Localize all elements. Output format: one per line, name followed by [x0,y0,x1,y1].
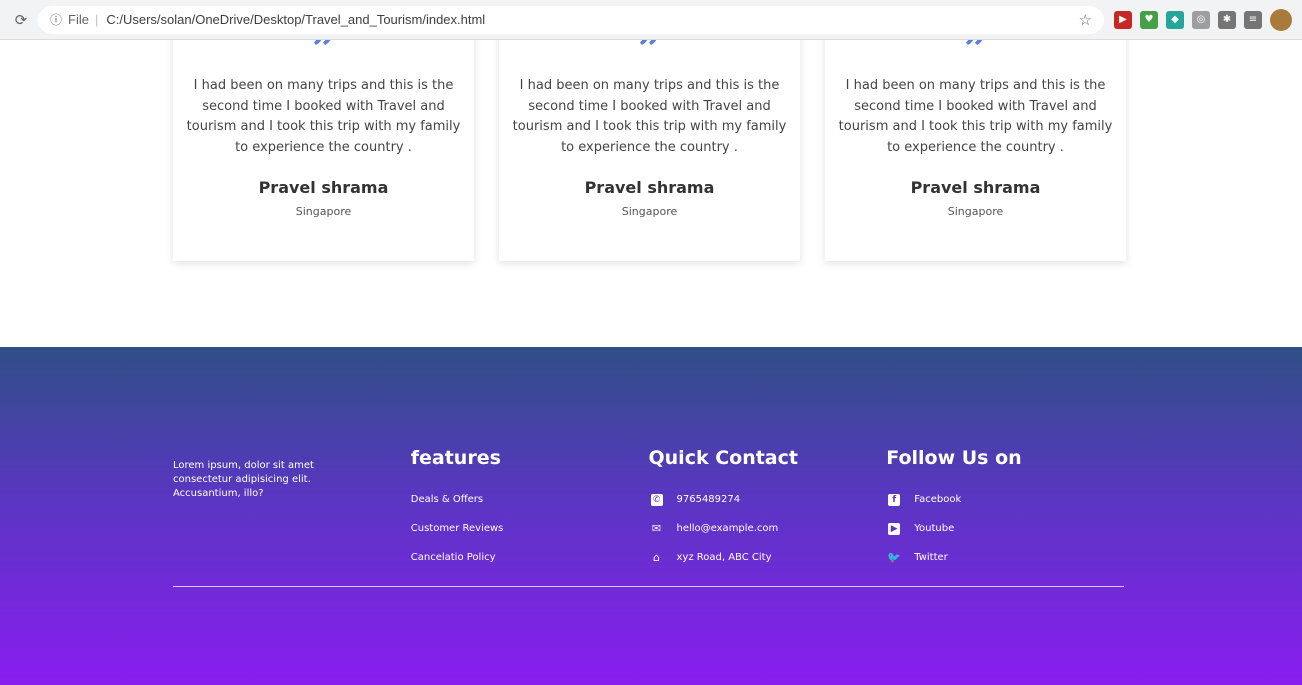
features-title: features [410,447,501,469]
contact-email[interactable]: ✉ hello@example.com [649,514,887,543]
testimonial-card: ” I had been on many trips and this is t… [499,40,800,261]
contact-title: Quick Contact [648,447,798,469]
footer-contact: Quick Contact ✆ 9765489274 ✉ hello@examp… [649,447,887,572]
bookmark-star-icon[interactable]: ☆ [1079,11,1092,29]
extension-teal-icon[interactable]: ◆ [1166,10,1184,29]
testimonial-name: Pravel shrama [910,178,1041,197]
footer-follow: Follow Us on f Facebook ▶ Youtube 🐦 Twit… [886,447,1124,572]
reload-icon[interactable]: ⟳ [10,9,32,31]
extension-camera-icon[interactable]: ◎ [1192,10,1210,29]
testimonial-text: I had been on many trips and this is the… [186,78,461,155]
youtube-icon: ▶ [886,522,902,535]
youtube-label: Youtube [914,523,955,534]
extension-red-icon[interactable]: ▶ [1114,10,1132,29]
testimonials-section: ” I had been on many trips and this is t… [0,40,1302,347]
contact-phone[interactable]: ✆ 9765489274 [649,485,887,514]
footer-about: Lorem ipsum, dolor sit amet consectetur … [173,447,411,572]
features-link-reviews[interactable]: Customer Reviews [411,514,649,543]
phone-text: 9765489274 [676,494,741,505]
testimonial-card: ” I had been on many trips and this is t… [173,40,474,261]
address-text: xyz Road, ABC City [676,552,772,563]
follow-facebook[interactable]: f Facebook [886,485,1124,514]
footer-features: features Deals & Offers Customer Reviews… [411,447,649,572]
follow-youtube[interactable]: ▶ Youtube [886,514,1124,543]
features-link-deals[interactable]: Deals & Offers [411,485,649,514]
twitter-label: Twitter [914,552,948,563]
page-viewport: ” I had been on many trips and this is t… [0,40,1302,685]
extension-shield-icon[interactable]: ♥ [1140,10,1158,29]
twitter-icon: 🐦 [887,551,902,564]
phone-icon: ✆ [649,493,665,506]
footer-divider [173,586,1124,587]
reading-list-icon[interactable]: ≡ [1244,10,1262,29]
extensions-area: ▶ ♥ ◆ ◎ ✱ ≡ [1114,8,1292,31]
envelope-icon: ✉ [651,522,662,535]
testimonial-text: I had been on many trips and this is the… [838,78,1113,155]
info-icon[interactable]: ⓘ [50,11,62,28]
profile-avatar[interactable] [1270,8,1292,31]
about-text: Lorem ipsum, dolor sit amet consectetur … [173,460,314,499]
url-text: C:/Users/solan/OneDrive/Desktop/Travel_a… [106,12,486,27]
facebook-label: Facebook [914,494,962,505]
site-footer: Lorem ipsum, dolor sit amet consectetur … [0,347,1302,685]
testimonial-cards: ” I had been on many trips and this is t… [173,40,1126,261]
testimonial-location: Singapore [621,205,678,218]
testimonial-text: I had been on many trips and this is the… [512,78,787,155]
address-bar[interactable]: ⓘ File | C:/Users/solan/OneDrive/Desktop… [38,5,1104,34]
separator: | [94,12,99,27]
home-icon: ⌂ [653,551,660,564]
file-label: File [68,12,89,27]
facebook-icon: f [886,493,902,506]
email-text: hello@example.com [676,523,779,534]
follow-title: Follow Us on [886,447,1022,469]
testimonial-location: Singapore [947,205,1004,218]
footer-columns: Lorem ipsum, dolor sit amet consectetur … [173,447,1124,572]
browser-toolbar: ⟳ ⓘ File | C:/Users/solan/OneDrive/Deskt… [0,0,1302,40]
quote-icon: ” [311,40,335,73]
follow-twitter[interactable]: 🐦 Twitter [886,543,1124,572]
testimonial-name: Pravel shrama [258,178,389,197]
features-link-cancellation[interactable]: Cancelatio Policy [411,543,649,572]
contact-address[interactable]: ⌂ xyz Road, ABC City [649,543,887,572]
testimonial-location: Singapore [295,205,352,218]
extension-puzzle-icon[interactable]: ✱ [1218,10,1236,29]
testimonial-card: ” I had been on many trips and this is t… [825,40,1126,261]
quote-icon: ” [963,40,987,73]
quote-icon: ” [637,40,661,73]
testimonial-name: Pravel shrama [584,178,715,197]
